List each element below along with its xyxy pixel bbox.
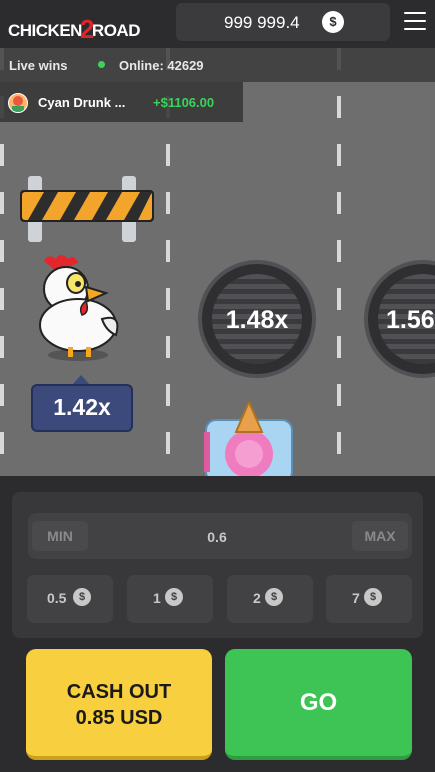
online-indicator-icon (98, 61, 105, 68)
cash-out-button[interactable]: CASH OUT 0.85 USD (26, 649, 212, 760)
top-bar: CHICKEN2ROAD 999 999.4 $ (0, 0, 435, 48)
balance-value: 999 999.4 (224, 13, 300, 32)
balance-display: 999 999.4 $ (176, 3, 390, 41)
hamburger-menu-icon[interactable] (404, 12, 426, 30)
road-barrier-icon (20, 176, 154, 242)
chicken-player-icon (39, 255, 119, 361)
dollar-coin-icon: $ (322, 11, 344, 33)
live-wins-bar: Live wins Online: 42629 (0, 48, 435, 82)
winner-name: Cyan Drunk ... (38, 95, 126, 110)
lane-divider (337, 48, 341, 476)
winner-amount: +$1106.00 (153, 95, 215, 110)
bet-amount-value[interactable]: 0.6 (190, 529, 244, 545)
max-button[interactable]: MAX (352, 521, 408, 551)
manhole-multiplier[interactable]: 1.48x (198, 260, 316, 378)
chicken-multiplier-label: 1.42x (31, 384, 133, 432)
lane-multiplier-label: 1.48x (225, 306, 289, 334)
online-count: Online: 42629 (119, 58, 204, 73)
bet-chip-0.5[interactable]: 0.5 $ (27, 575, 113, 623)
lane-multiplier-label: 1.56 (386, 306, 435, 334)
bet-chip-2[interactable]: 2 $ (227, 575, 313, 623)
game-road: Live wins Online: 42629 Cyan Drunk ... +… (0, 48, 435, 476)
live-wins-label: Live wins (9, 58, 68, 73)
manhole-multiplier[interactable]: 1.56 (364, 260, 435, 378)
bet-chip-7[interactable]: 7 $ (326, 575, 412, 623)
avatar (8, 93, 28, 113)
bet-chip-1[interactable]: 1 $ (127, 575, 213, 623)
go-button[interactable]: GO (225, 649, 412, 760)
game-logo: CHICKEN2ROAD (8, 14, 140, 44)
ice-cream-truck-icon (204, 402, 293, 476)
dollar-coin-icon: $ (265, 588, 283, 606)
dollar-coin-icon: $ (73, 588, 91, 606)
dollar-coin-icon: $ (165, 588, 183, 606)
live-win-entry: Cyan Drunk ... +$1106.00 (0, 82, 243, 122)
min-button[interactable]: MIN (32, 521, 88, 551)
dollar-coin-icon: $ (364, 588, 382, 606)
